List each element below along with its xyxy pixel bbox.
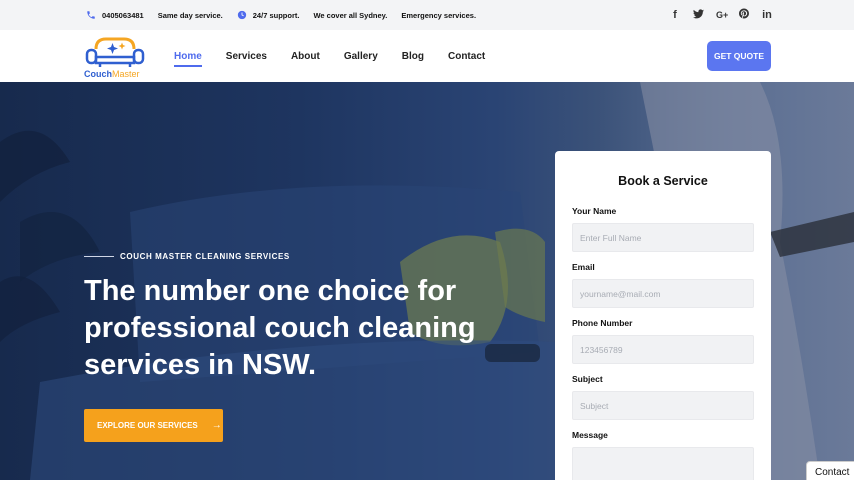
phone-number[interactable]: 0405063481: [102, 11, 144, 20]
email-field[interactable]: [572, 279, 754, 308]
clock-icon: [237, 10, 247, 20]
nav-gallery[interactable]: Gallery: [344, 51, 378, 62]
logo-wordmark: CouchMaster: [84, 69, 140, 79]
linkedin-icon[interactable]: in: [762, 9, 772, 21]
phone-icon: [86, 10, 96, 20]
support-text: 24/7 support.: [252, 10, 300, 20]
coverage-text: We cover all Sydney.: [313, 10, 388, 20]
tagline-text: COUCH MASTER CLEANING SERVICES: [120, 252, 290, 261]
social-links: f G+ in: [657, 0, 772, 30]
explore-services-button[interactable]: EXPLORE OUR SERVICES →: [84, 409, 223, 442]
message-label: Message: [572, 430, 608, 440]
email-label: Email: [572, 262, 595, 272]
main-nav: Home Services About Gallery Blog Contact: [174, 30, 509, 82]
message-field[interactable]: [572, 447, 754, 480]
nav-services[interactable]: Services: [226, 51, 267, 62]
couchmaster-logo[interactable]: CouchMaster: [84, 35, 148, 81]
pinterest-icon[interactable]: [739, 8, 749, 22]
facebook-icon[interactable]: f: [670, 9, 680, 21]
hero-title: The number one choice for professional c…: [84, 275, 476, 381]
explore-button-label: EXPLORE OUR SERVICES: [97, 421, 198, 430]
nav-home[interactable]: Home: [174, 51, 202, 67]
emergency-info: Emergency services.: [401, 11, 476, 20]
get-quote-button[interactable]: GET QUOTE: [707, 41, 771, 71]
top-info-bar: 0405063481 Same day service. 24/7 suppor…: [0, 0, 854, 30]
site-header: CouchMaster Home Services About Gallery …: [0, 30, 854, 82]
phone-note: Same day service.: [158, 11, 223, 20]
same-day-text: Same day service.: [157, 10, 223, 20]
book-service-form: Book a Service Your Name Email Phone Num…: [555, 151, 771, 480]
logo-part-2: Master: [112, 69, 140, 79]
subject-label: Subject: [572, 374, 603, 384]
nav-contact[interactable]: Contact: [448, 51, 485, 62]
twitter-icon[interactable]: [693, 8, 704, 22]
name-field[interactable]: [572, 223, 754, 252]
sofa-logo-icon: [85, 37, 145, 67]
contact-widget-tab[interactable]: Contact: [806, 461, 854, 480]
form-title: Book a Service: [618, 174, 708, 188]
hero-tagline: COUCH MASTER CLEANING SERVICES: [84, 252, 290, 261]
nav-about[interactable]: About: [291, 51, 320, 62]
support-info: 24/7 support.: [237, 10, 300, 20]
phone-label: Phone Number: [572, 318, 633, 328]
arrow-right-icon: →: [211, 420, 222, 431]
emergency-text: Emergency services.: [401, 10, 477, 20]
google-plus-icon[interactable]: G+: [716, 10, 728, 20]
subject-field[interactable]: [572, 391, 754, 420]
name-label: Your Name: [572, 206, 617, 216]
tagline-divider: [84, 256, 114, 257]
logo-part-1: Couch: [84, 69, 112, 79]
phone-info: 0405063481: [86, 10, 144, 20]
phone-field[interactable]: [572, 335, 754, 364]
nav-blog[interactable]: Blog: [402, 51, 424, 62]
coverage-info: We cover all Sydney.: [313, 11, 387, 20]
